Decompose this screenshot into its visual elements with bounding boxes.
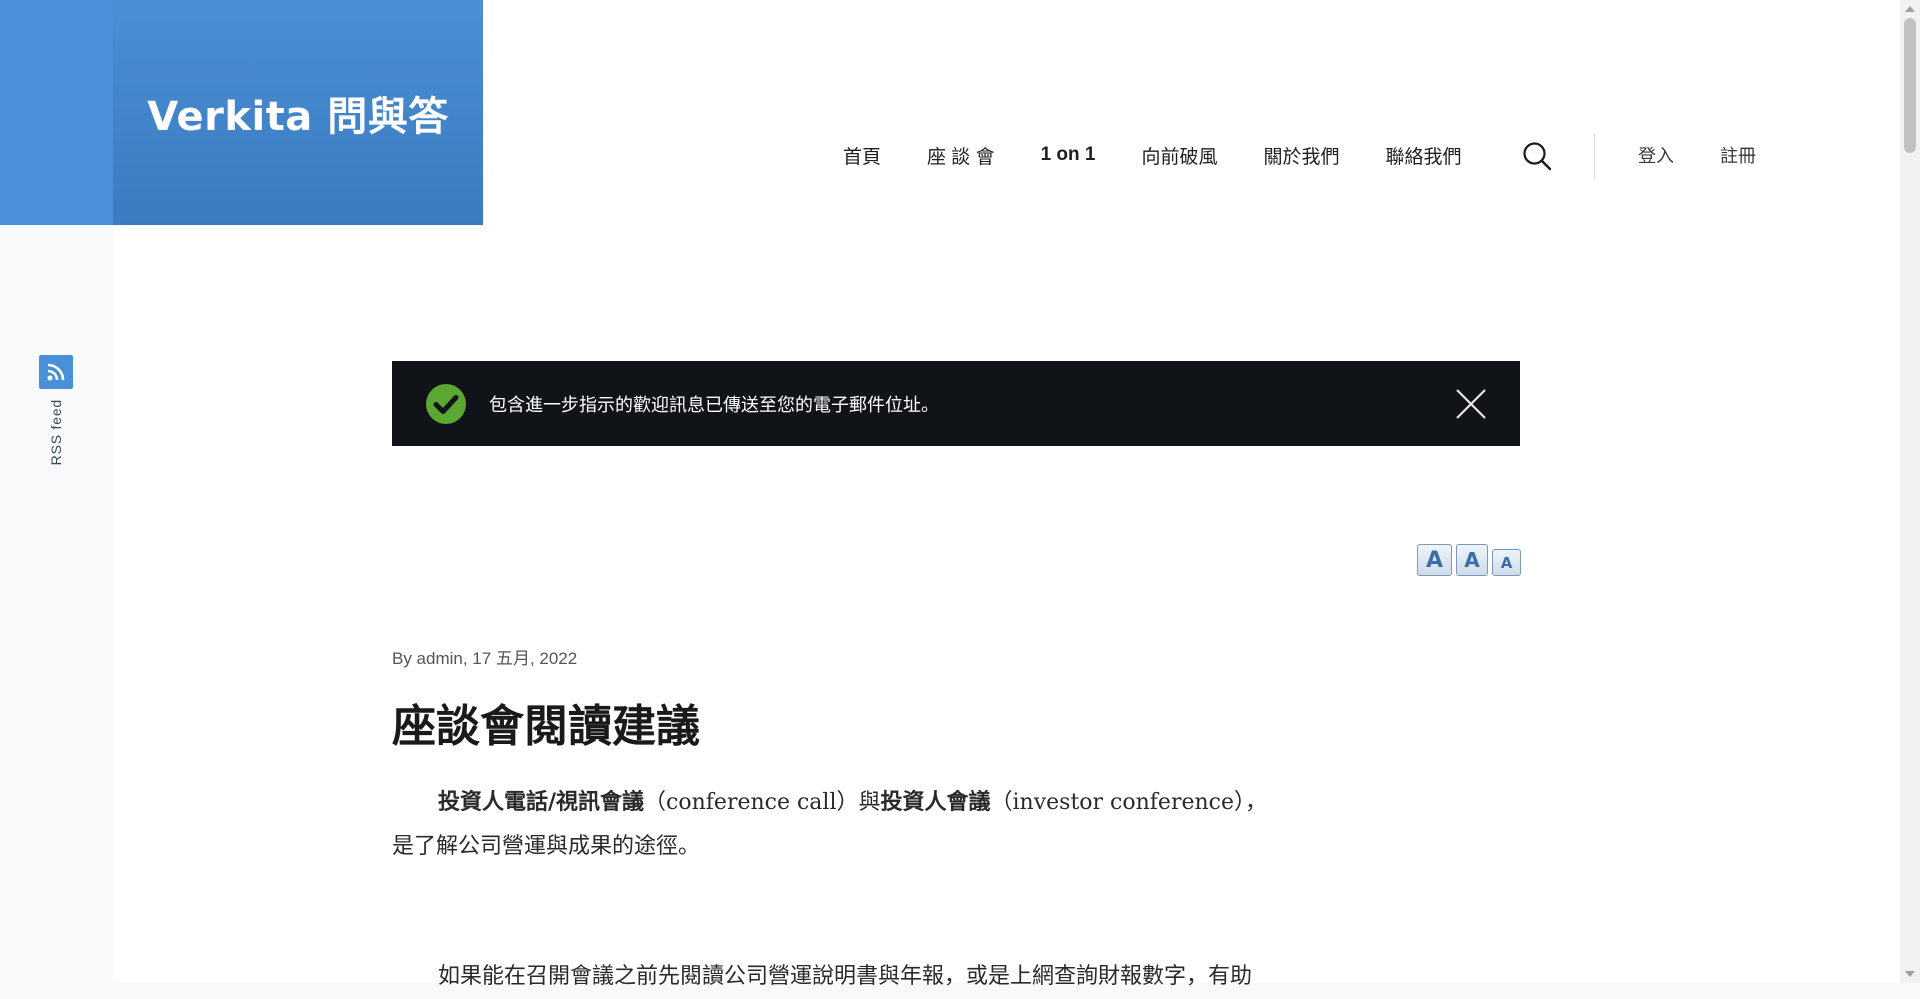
status-message-text: 包含進一步指示的歡迎訊息已傳送至您的電子郵件位址。 <box>489 394 939 415</box>
paragraph-bold-text: 投資人會議 <box>880 790 991 815</box>
nav-item-1on1[interactable]: 1 on 1 <box>1041 144 1096 166</box>
paragraph-text: （investor conference）， <box>990 790 1267 815</box>
site-header-brand[interactable]: Verkita 問與答 <box>113 0 483 225</box>
status-message: 包含進一步指示的歡迎訊息已傳送至您的電子郵件位址。 <box>392 361 1520 446</box>
paragraph-text: （conference call）與 <box>644 790 881 815</box>
font-size-increase-button[interactable]: A <box>1417 544 1452 576</box>
rss-icon[interactable] <box>39 355 73 389</box>
article-paragraph: 投資人電話/視訊會議（conference call）與投資人會議（invest… <box>392 781 1292 869</box>
auth-links: 登入 註冊 <box>1638 142 1802 168</box>
close-icon[interactable] <box>1454 387 1488 421</box>
font-size-reset-button[interactable]: A <box>1456 544 1488 576</box>
register-link[interactable]: 註冊 <box>1720 142 1756 168</box>
page-title: 座談會閱讀建議 <box>392 701 700 752</box>
nav-item-home[interactable]: 首頁 <box>843 142 881 169</box>
scrollbar-thumb[interactable] <box>1904 18 1916 153</box>
login-link[interactable]: 登入 <box>1638 142 1674 168</box>
scroll-up-arrow-icon[interactable] <box>1905 6 1915 12</box>
rss-feed-label[interactable]: RSS feed <box>48 399 64 465</box>
article-paragraph: 如果能在召開會議之前先閱讀公司營運說明書與年報，或是上網查詢財報數字，有助 <box>392 955 1292 999</box>
site-title[interactable]: Verkita 問與答 <box>147 84 448 142</box>
paragraph-text: 如果能在召開會議之前先閱讀公司營運說明書與年報，或是上網查詢財報數字，有助 <box>438 964 1253 989</box>
paragraph-bold-text: 投資人電話/視訊會議 <box>438 790 645 815</box>
rss-feed-link[interactable]: RSS feed <box>38 355 74 485</box>
check-circle-icon <box>426 383 466 424</box>
scroll-down-arrow-icon[interactable] <box>1905 971 1915 977</box>
nav-item-forward[interactable]: 向前破風 <box>1141 142 1217 169</box>
main-navigation: 首頁 座 談 會 1 on 1 向前破風 關於我們 聯絡我們 <box>843 140 1508 170</box>
nav-item-contact[interactable]: 聯絡我們 <box>1386 142 1462 169</box>
article-byline: By admin, 17 五月, 2022 <box>392 649 578 668</box>
nav-item-forum[interactable]: 座 談 會 <box>927 142 995 169</box>
font-size-decrease-button[interactable]: A <box>1492 549 1521 576</box>
search-icon[interactable] <box>1522 141 1552 171</box>
page-scrollbar[interactable] <box>1900 0 1920 983</box>
paragraph-text: 是了解公司營運與成果的途徑。 <box>392 834 701 859</box>
left-header-band <box>0 0 113 225</box>
nav-item-about[interactable]: 關於我們 <box>1264 142 1340 169</box>
font-size-tools: A A A <box>1417 544 1521 576</box>
nav-divider <box>1594 134 1595 180</box>
